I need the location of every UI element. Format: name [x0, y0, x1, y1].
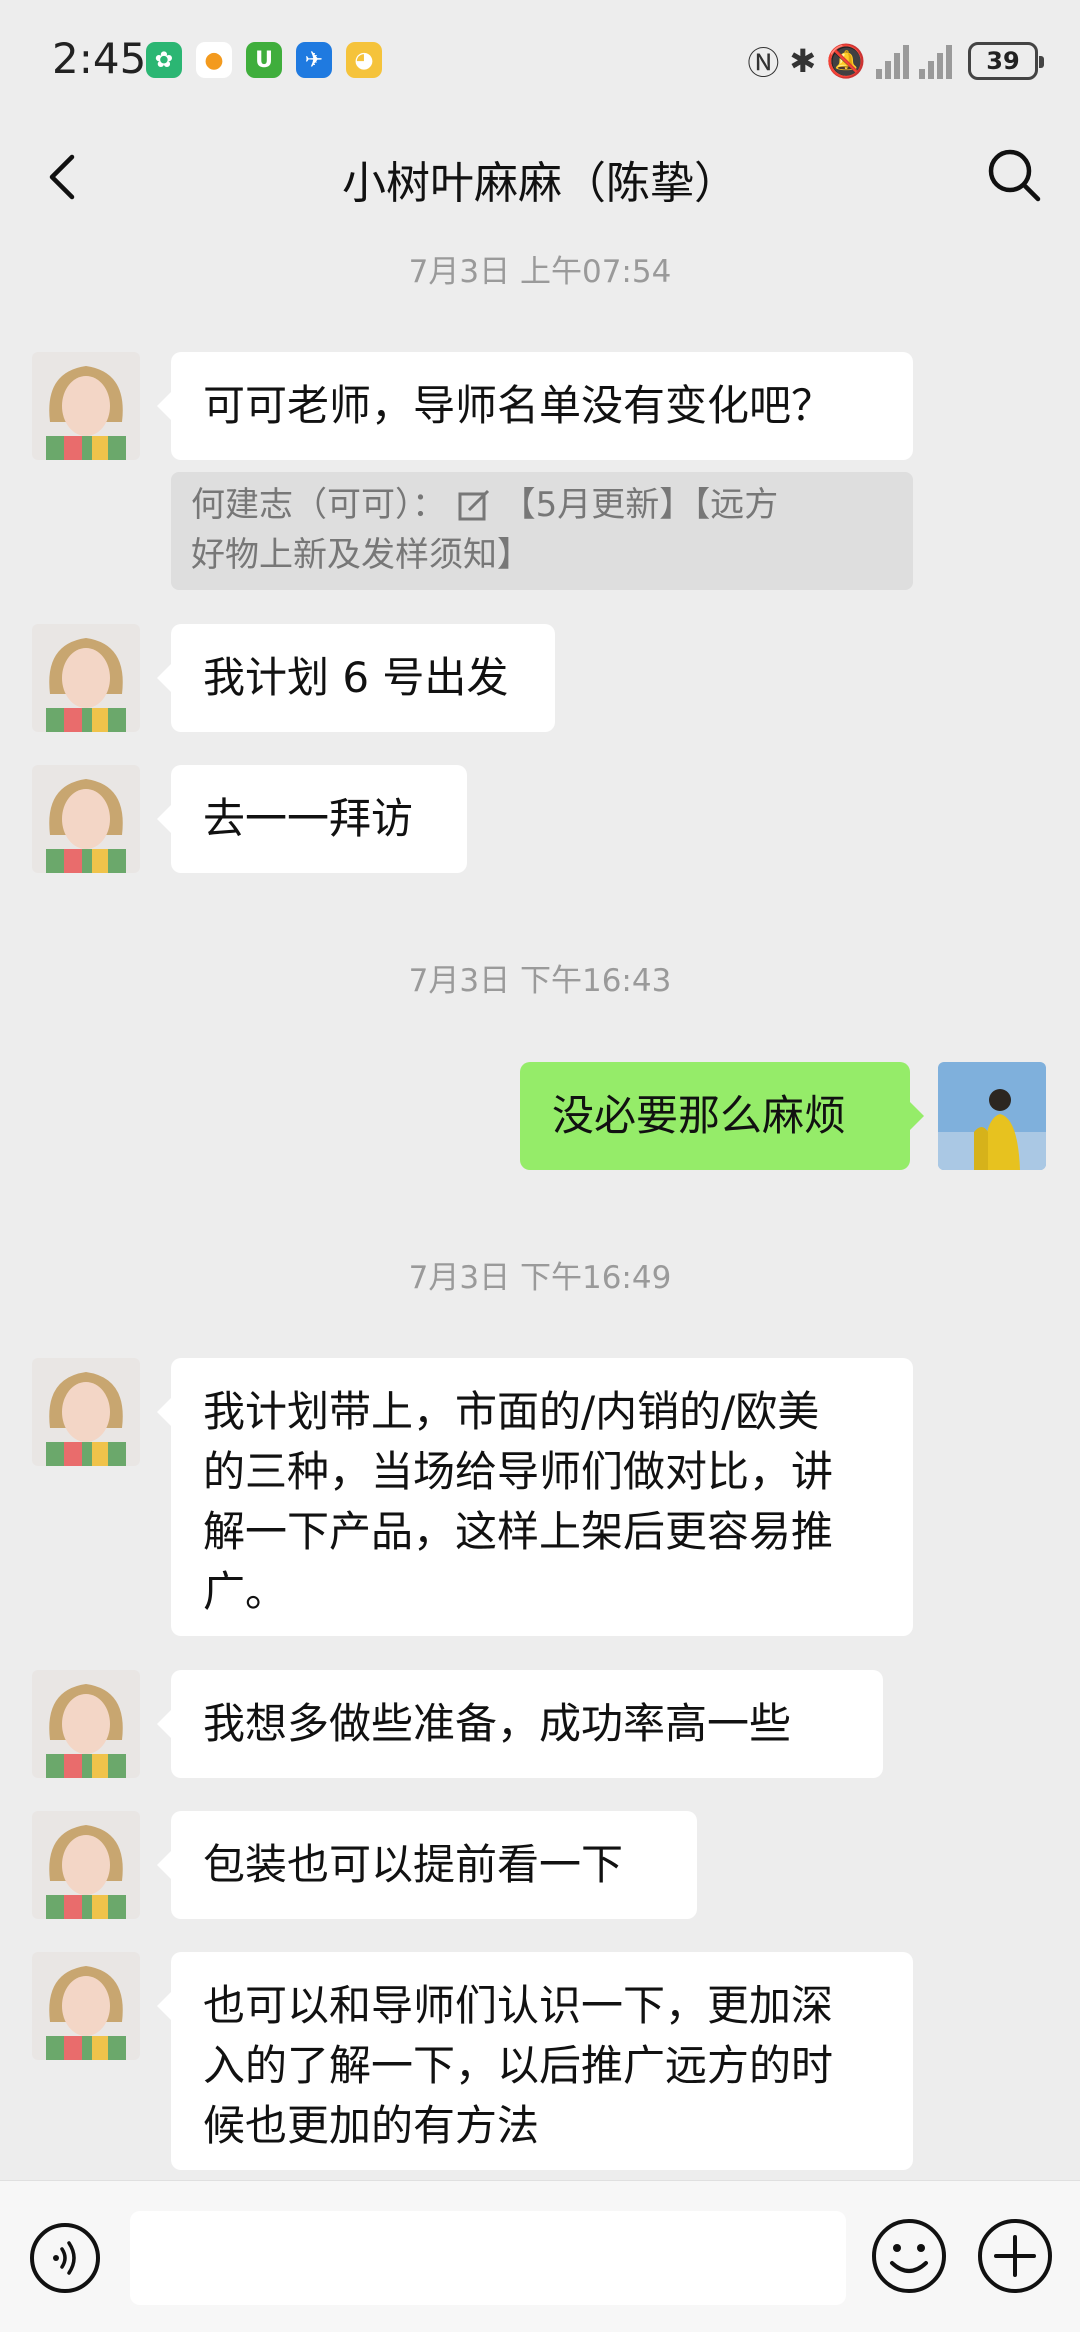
voice-button[interactable]	[28, 2221, 102, 2295]
search-button[interactable]	[986, 147, 1042, 203]
search-icon	[988, 149, 1041, 202]
more-button[interactable]	[976, 2217, 1054, 2295]
voice-icon	[30, 2223, 100, 2293]
contact-avatar[interactable]	[32, 1358, 140, 1466]
battery-level: 39	[986, 47, 1020, 75]
message-input[interactable]	[130, 2211, 846, 2305]
status-time: 2:45	[52, 34, 147, 83]
message-bubble[interactable]: 我计划 6 号出发	[157, 624, 555, 732]
message-text: 没必要那么麻烦	[552, 1091, 847, 1140]
blue-plane-app-icon: ✈	[296, 42, 332, 78]
message-text: 包装也可以提前看一下	[203, 1840, 624, 1889]
emoji-button[interactable]	[870, 2217, 948, 2295]
message-bubble[interactable]: 可可老师，导师名单没有变化吧？	[157, 352, 913, 460]
plus-icon	[978, 2219, 1052, 2293]
quote-text: 好物上新及发样须知】	[191, 535, 531, 575]
green-leaf-app-icon: ✿	[146, 42, 182, 78]
battery-icon: 39	[968, 42, 1044, 80]
contact-avatar[interactable]	[32, 1952, 140, 2060]
message-timestamp: 7月3日 下午16:43	[408, 963, 672, 999]
system-icons: Ⓝ ✱ 🔕 39	[747, 38, 1044, 84]
message-text-line: 的三种，当场给导师们做对比，讲	[203, 1447, 834, 1496]
yellow-duck-app-icon: ◕	[346, 42, 382, 78]
message-text: 我计划 6 号出发	[203, 653, 509, 702]
contact-avatar[interactable]	[32, 1670, 140, 1778]
input-bar	[0, 2180, 1080, 2332]
green-u-app-icon: U	[246, 42, 282, 78]
my-avatar[interactable]	[938, 1062, 1046, 1170]
message-text: 去一一拜访	[203, 794, 414, 843]
quote-sender: 何建志（可可）：	[191, 485, 446, 525]
mute-icon: 🔕	[826, 42, 866, 80]
bluetooth-icon: ✱	[789, 42, 817, 80]
message-bubble[interactable]: 去一一拜访	[157, 765, 467, 873]
message-text-line: 广。	[203, 1567, 288, 1616]
message-bubble[interactable]: 包装也可以提前看一下	[157, 1811, 697, 1919]
message-text-line: 候也更加的有方法	[203, 2101, 540, 2150]
signal-icon	[919, 43, 952, 79]
edit-note-icon	[458, 489, 489, 521]
emoji-icon	[872, 2219, 946, 2293]
message-text-line: 入的了解一下，以后推广远方的时	[203, 2041, 834, 2090]
message-bubble[interactable]: 我计划带上，市面的/内销的/欧美 的三种，当场给导师们做对比，讲 解一下产品，这…	[157, 1358, 913, 1636]
message-timestamp: 7月3日 上午07:54	[408, 254, 672, 290]
chat-header: 小树叶麻麻（陈挚）	[0, 125, 1080, 227]
notification-icons: ✿ ● U ✈ ◕	[146, 42, 382, 78]
message-text: 可可老师，导师名单没有变化吧？	[203, 381, 834, 430]
chat-title: 小树叶麻麻（陈挚）	[342, 158, 738, 209]
status-bar: 2:45 ✿ ● U ✈ ◕ Ⓝ ✱ 🔕 39	[0, 0, 1080, 125]
message-bubble[interactable]: 也可以和导师们认识一下，更加深 入的了解一下，以后推广远方的时 候也更加的有方法	[157, 1952, 913, 2170]
signal-icon	[876, 43, 909, 79]
message-bubble-outgoing[interactable]: 没必要那么麻烦	[520, 1062, 924, 1170]
message-text-line: 解一下产品，这样上架后更容易推	[203, 1507, 834, 1556]
quoted-message[interactable]: 何建志（可可）： 【5月更新】【远方 好物上新及发样须知】	[171, 472, 913, 590]
nfc-icon: Ⓝ	[747, 44, 780, 82]
message-text: 我想多做些准备，成功率高一些	[203, 1699, 792, 1748]
contact-avatar[interactable]	[32, 352, 140, 460]
contact-avatar[interactable]	[32, 1811, 140, 1919]
contact-avatar[interactable]	[32, 765, 140, 873]
message-text-line: 我计划带上，市面的/内销的/欧美	[203, 1387, 820, 1436]
contact-avatar[interactable]	[32, 624, 140, 732]
message-bubble[interactable]: 我想多做些准备，成功率高一些	[157, 1670, 883, 1778]
message-timestamp: 7月3日 下午16:49	[408, 1260, 672, 1296]
message-text-line: 也可以和导师们认识一下，更加深	[203, 1981, 834, 2030]
orange-app-icon: ●	[196, 42, 232, 78]
quote-text: 【5月更新】【远方	[501, 485, 779, 525]
